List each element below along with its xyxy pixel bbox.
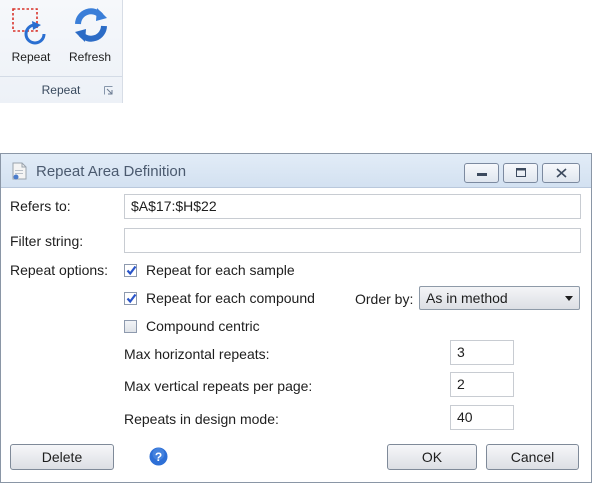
checkmark-icon	[126, 293, 137, 304]
compound-centric-checkbox[interactable]	[124, 320, 137, 333]
max-vertical-repeats-label: Max vertical repeats per page:	[124, 378, 313, 394]
ribbon-divider	[0, 76, 122, 77]
delete-button[interactable]: Delete	[10, 444, 114, 470]
order-by-dropdown[interactable]: As in method	[419, 286, 580, 310]
filter-string-label: Filter string:	[10, 233, 84, 249]
repeat-each-compound-checkbox[interactable]	[124, 292, 137, 305]
refresh-button[interactable]: Refresh	[62, 4, 118, 70]
document-icon	[12, 162, 27, 180]
dialog-titlebar[interactable]: Repeat Area Definition	[1, 154, 591, 188]
repeat-each-compound-label: Repeat for each compound	[146, 290, 315, 306]
compound-centric-label: Compound centric	[146, 318, 260, 334]
repeat-icon	[12, 8, 46, 45]
repeats-design-mode-field[interactable]: 40	[450, 405, 514, 430]
refers-to-label: Refers to:	[10, 198, 71, 214]
minimize-icon	[477, 173, 487, 176]
repeats-design-mode-label: Repeats in design mode:	[124, 411, 279, 427]
repeat-each-sample-label: Repeat for each sample	[146, 262, 295, 278]
repeat-button[interactable]: Repeat	[4, 4, 58, 70]
close-icon	[556, 168, 567, 178]
ok-button[interactable]: OK	[387, 444, 477, 470]
max-vertical-repeats-field[interactable]: 2	[450, 372, 514, 397]
dialog-launcher-icon[interactable]	[104, 86, 113, 95]
refers-to-field[interactable]: $A$17:$H$22	[124, 194, 581, 219]
order-by-value: As in method	[426, 290, 508, 306]
maximize-icon	[516, 168, 526, 177]
help-icon[interactable]: ?	[149, 447, 168, 466]
checkmark-icon	[126, 265, 137, 276]
close-button[interactable]	[542, 163, 580, 183]
ribbon-group-repeat: Repeat Refresh Repeat	[0, 0, 123, 103]
order-by-label: Order by:	[355, 291, 414, 307]
filter-string-field[interactable]	[124, 228, 581, 253]
max-horizontal-repeats-label: Max horizontal repeats:	[124, 346, 270, 362]
svg-text:?: ?	[155, 450, 162, 464]
max-horizontal-repeats-field[interactable]: 3	[450, 340, 514, 365]
chevron-down-icon	[565, 296, 573, 301]
minimize-button[interactable]	[464, 163, 499, 183]
cancel-button[interactable]: Cancel	[486, 444, 579, 470]
maximize-button[interactable]	[503, 163, 538, 183]
repeat-button-label: Repeat	[11, 50, 51, 64]
repeat-each-sample-checkbox[interactable]	[124, 264, 137, 277]
dialog-title: Repeat Area Definition	[36, 163, 187, 180]
repeat-options-label: Repeat options:	[10, 262, 109, 278]
refresh-button-label: Refresh	[68, 50, 112, 64]
repeat-area-definition-dialog: Repeat Area Definition Refers to: $A$17:…	[0, 153, 592, 483]
refresh-icon	[75, 8, 107, 42]
